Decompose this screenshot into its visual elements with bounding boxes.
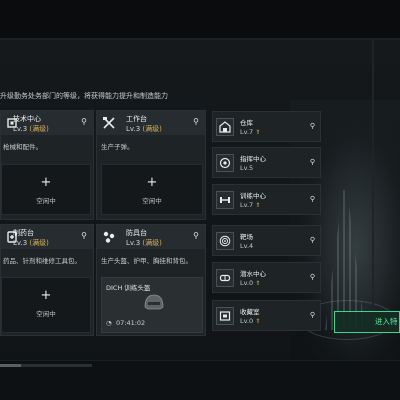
facility-level: Lv.0 ⇑ bbox=[240, 317, 261, 325]
search-icon[interactable]: ⚲ bbox=[310, 122, 315, 130]
card-description: 生产头盔、护甲、胸挂和背包。 bbox=[101, 257, 192, 265]
search-icon[interactable]: ⚲ bbox=[310, 195, 315, 203]
facility-card-tech-center[interactable]: 技术中心 Lv.3 (满级) ⚲ 枪械和配件。 + 空闲中 bbox=[0, 110, 94, 220]
search-icon[interactable]: ⚲ bbox=[191, 231, 201, 241]
facility-card-pharmacy[interactable]: 制药台 Lv.3 (满级) ⚲ 药品、针剂和维修工具包。 + 空闲中 bbox=[0, 224, 94, 336]
facility-row-training-center[interactable]: 训练中心 Lv.7 ⇑ ⚲ bbox=[212, 184, 321, 215]
production-item-name: DICH 训练头盔 bbox=[106, 284, 151, 292]
search-icon[interactable]: ⚲ bbox=[79, 117, 89, 127]
facility-name: 训练中心 bbox=[240, 192, 266, 200]
progress-bar bbox=[0, 364, 92, 367]
plus-icon: + bbox=[146, 175, 158, 190]
card-description: 药品、针剂和维修工具包。 bbox=[3, 257, 81, 265]
search-icon[interactable]: ⚲ bbox=[310, 311, 315, 319]
card-level: Lv.3 (满级) bbox=[126, 239, 162, 247]
slot-status: 空闲中 bbox=[36, 310, 56, 318]
facility-row-collection-room[interactable]: 收藏室 Lv.0 ⇑ ⚲ bbox=[212, 300, 321, 331]
card-name: 技术中心 bbox=[13, 115, 41, 123]
search-icon[interactable]: ⚲ bbox=[310, 158, 315, 166]
facility-level: Lv.0 ⇑ bbox=[240, 279, 261, 287]
search-icon[interactable]: ⚲ bbox=[79, 231, 89, 241]
slot-status: 空闲中 bbox=[142, 197, 162, 205]
card-name: 防具台 bbox=[126, 229, 147, 237]
collection-icon bbox=[216, 307, 234, 325]
upgrade-arrow-icon: ⇑ bbox=[255, 280, 261, 287]
enter-button[interactable]: 进入特 bbox=[334, 311, 400, 333]
target-icon bbox=[216, 232, 234, 250]
armor-icon bbox=[100, 228, 118, 246]
page-subtitle: 升级勤务处务部门的等级，将获得能力提升和制造能力 bbox=[0, 92, 168, 100]
craft-slot-empty[interactable]: + 空闲中 bbox=[101, 164, 203, 215]
production-timer: 07:41:02 bbox=[116, 319, 146, 327]
search-icon[interactable]: ⚲ bbox=[310, 273, 315, 281]
production-slot[interactable]: DICH 训练头盔 ◔ 07:41:02 bbox=[101, 277, 203, 333]
facility-level: Lv.4 bbox=[240, 242, 254, 250]
facility-card-workbench[interactable]: 工作台 Lv.3 (满级) ⚲ 生产子弹。 + 空闲中 bbox=[96, 110, 206, 220]
card-description: 生产子弹。 bbox=[101, 143, 134, 151]
tools-icon bbox=[100, 114, 118, 132]
dumbbell-icon bbox=[216, 191, 234, 209]
plus-icon: + bbox=[40, 288, 52, 303]
plus-icon: + bbox=[40, 175, 52, 190]
facility-name: 仓库 bbox=[240, 119, 253, 127]
warehouse-icon bbox=[216, 118, 234, 136]
card-level: Lv.3 (满级) bbox=[126, 125, 162, 133]
card-description: 枪械和配件。 bbox=[3, 143, 42, 151]
card-level: Lv.3 (满级) bbox=[13, 239, 49, 247]
search-icon[interactable]: ⚲ bbox=[191, 117, 201, 127]
upgrade-arrow-icon: ⇑ bbox=[255, 129, 261, 136]
card-name: 制药台 bbox=[13, 229, 34, 237]
facility-name: 靶场 bbox=[240, 233, 253, 241]
command-icon bbox=[216, 154, 234, 172]
facility-level: Lv.7 ⇑ bbox=[240, 128, 261, 136]
facility-name: 收藏室 bbox=[240, 308, 260, 316]
facility-row-shooting-range[interactable]: 靶场 Lv.4 ⚲ bbox=[212, 225, 321, 256]
card-level: Lv.3 (满级) bbox=[13, 125, 49, 133]
upgrade-arrow-icon: ⇑ bbox=[255, 318, 261, 325]
facility-row-diving-center[interactable]: 潜水中心 Lv.0 ⇑ ⚲ bbox=[212, 262, 321, 293]
craft-slot-empty[interactable]: + 空闲中 bbox=[1, 277, 91, 333]
slot-status: 空闲中 bbox=[36, 197, 56, 205]
facility-level: Lv.5 bbox=[240, 164, 254, 172]
facility-row-command-center[interactable]: 指挥中心 Lv.5 ⚲ bbox=[212, 147, 321, 178]
facility-row-warehouse[interactable]: 仓库 Lv.7 ⇑ ⚲ bbox=[212, 111, 321, 142]
card-name: 工作台 bbox=[126, 115, 147, 123]
facility-card-armor-bench[interactable]: 防具台 Lv.3 (满级) ⚲ 生产头盔、护甲、胸挂和背包。 DICH 训练头盔… bbox=[96, 224, 206, 336]
diving-icon bbox=[216, 269, 234, 287]
top-bar bbox=[0, 0, 400, 40]
search-icon[interactable]: ⚲ bbox=[310, 236, 315, 244]
progress-fill bbox=[0, 364, 22, 367]
facility-name: 潜水中心 bbox=[240, 270, 266, 278]
upgrade-arrow-icon: ⇑ bbox=[255, 202, 261, 209]
helmet-icon bbox=[142, 292, 166, 314]
facility-name: 指挥中心 bbox=[240, 155, 266, 163]
facility-level: Lv.7 ⇑ bbox=[240, 201, 261, 209]
craft-slot-empty[interactable]: + 空闲中 bbox=[1, 164, 91, 215]
scrollbar[interactable] bbox=[372, 40, 374, 320]
timer-icon: ◔ bbox=[106, 319, 112, 327]
